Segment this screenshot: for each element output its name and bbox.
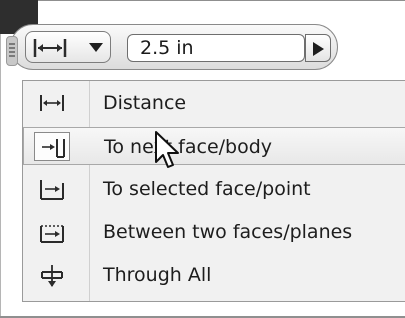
between-faces-icon (40, 225, 64, 243)
menu-item-label: Through All (103, 264, 212, 286)
extent-mode-dropdown-button[interactable] (25, 31, 111, 63)
grip-dots (9, 43, 15, 59)
menu-item-to-next-face[interactable]: To next face/body (23, 127, 405, 165)
chevron-down-icon (89, 43, 103, 52)
toolbar-drag-handle[interactable] (6, 36, 18, 66)
menu-item-label: To next face/body (104, 136, 273, 158)
play-arrow-icon (313, 42, 324, 56)
menu-item-label: Between two faces/planes (103, 221, 353, 243)
distance-icon (40, 95, 64, 111)
to-next-face-icon (42, 139, 65, 158)
menu-item-to-selected-face[interactable]: To selected face/point (23, 170, 405, 208)
menu-item-distance[interactable]: Distance (23, 84, 405, 122)
mouse-pointer-icon (155, 131, 179, 168)
distance-value-input[interactable] (127, 34, 305, 62)
menu-item-label: To selected face/point (103, 178, 311, 200)
extent-mode-menu: Distance To next face/body To selected f… (22, 80, 405, 302)
menu-item-through-all[interactable]: Through All (23, 256, 405, 294)
to-selected-face-icon (40, 180, 64, 200)
distance-icon (33, 39, 67, 57)
menu-item-between-faces[interactable]: Between two faces/planes (23, 213, 405, 251)
apply-value-button[interactable] (305, 34, 331, 62)
window-left-border (0, 34, 1, 318)
window-top-border (0, 0, 405, 1)
menu-item-label: Distance (103, 92, 187, 114)
through-all-icon (41, 265, 63, 287)
